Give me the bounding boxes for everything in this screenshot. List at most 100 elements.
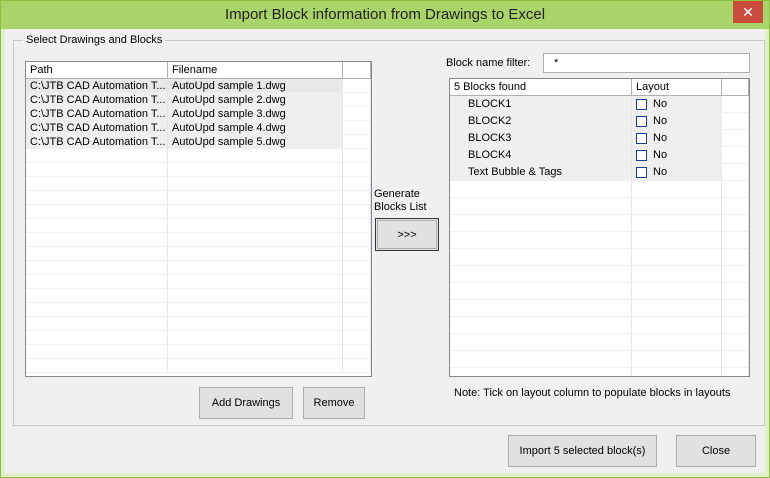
- table-row[interactable]: BLOCK3 No: [450, 130, 749, 147]
- table-row[interactable]: [450, 198, 749, 215]
- layout-checkbox[interactable]: [636, 166, 647, 178]
- close-button[interactable]: Close: [676, 435, 756, 467]
- table-row[interactable]: [26, 149, 371, 163]
- cell-layout[interactable]: [632, 249, 722, 266]
- table-row[interactable]: [450, 266, 749, 283]
- table-row[interactable]: BLOCK4 No: [450, 147, 749, 164]
- cell-path: [26, 289, 168, 303]
- block-filter-input[interactable]: *: [543, 53, 750, 73]
- table-row[interactable]: C:\JTB CAD Automation T... AutoUpd sample…: [26, 107, 371, 121]
- table-row[interactable]: [26, 261, 371, 275]
- table-row[interactable]: [26, 219, 371, 233]
- table-row[interactable]: C:\JTB CAD Automation T... AutoUpd sample…: [26, 79, 371, 93]
- add-drawings-button[interactable]: Add Drawings: [199, 387, 293, 419]
- cell-layout[interactable]: [632, 232, 722, 249]
- table-row[interactable]: [26, 331, 371, 345]
- cell-filename: AutoUpd sample 3.dwg: [168, 107, 343, 121]
- cell-layout[interactable]: No: [632, 113, 722, 130]
- cell-layout[interactable]: No: [632, 96, 722, 113]
- table-row[interactable]: BLOCK2 No: [450, 113, 749, 130]
- cell-empty: [722, 198, 749, 215]
- cell-filename: [168, 261, 343, 275]
- table-row[interactable]: C:\JTB CAD Automation T... AutoUpd sample…: [26, 121, 371, 135]
- table-row[interactable]: [26, 275, 371, 289]
- blocks-grid-header: 5 Blocks found Layout: [450, 79, 749, 96]
- table-row[interactable]: [26, 163, 371, 177]
- cell-layout[interactable]: [632, 215, 722, 232]
- table-row[interactable]: C:\JTB CAD Automation T... AutoUpd sample…: [26, 93, 371, 107]
- table-row[interactable]: [26, 177, 371, 191]
- cell-empty: [343, 135, 371, 149]
- cell-block-name: [450, 334, 632, 351]
- table-row[interactable]: [26, 359, 371, 373]
- cell-layout[interactable]: No: [632, 164, 722, 181]
- cell-empty: [343, 177, 371, 191]
- layout-checkbox[interactable]: [636, 98, 647, 110]
- table-row[interactable]: [26, 345, 371, 359]
- cell-layout[interactable]: [632, 198, 722, 215]
- cell-layout[interactable]: [632, 300, 722, 317]
- cell-block-name: [450, 317, 632, 334]
- table-row[interactable]: [450, 232, 749, 249]
- cell-path: [26, 191, 168, 205]
- cell-layout[interactable]: [632, 334, 722, 351]
- cell-block-name: [450, 198, 632, 215]
- cell-layout[interactable]: [632, 317, 722, 334]
- generate-blocks-button[interactable]: >>>: [375, 218, 439, 251]
- cell-layout[interactable]: No: [632, 130, 722, 147]
- layout-note: Note: Tick on layout column to populate …: [454, 387, 731, 399]
- cell-filename: [168, 191, 343, 205]
- table-row[interactable]: [450, 368, 749, 376]
- table-row[interactable]: BLOCK1 No: [450, 96, 749, 113]
- cell-empty: [343, 219, 371, 233]
- remove-button[interactable]: Remove: [303, 387, 365, 419]
- blocks-grid[interactable]: 5 Blocks found Layout BLOCK1 No BLOCK2 No BL…: [449, 78, 750, 377]
- table-row[interactable]: [450, 283, 749, 300]
- cell-filename: [168, 247, 343, 261]
- table-row[interactable]: [450, 300, 749, 317]
- table-row[interactable]: [450, 249, 749, 266]
- table-row[interactable]: Text Bubble & Tags No: [450, 164, 749, 181]
- column-header-layout[interactable]: Layout: [632, 79, 722, 96]
- table-row[interactable]: [26, 205, 371, 219]
- cell-layout[interactable]: [632, 181, 722, 198]
- table-row[interactable]: C:\JTB CAD Automation T... AutoUpd sample…: [26, 135, 371, 149]
- column-header-path[interactable]: Path: [26, 62, 168, 79]
- close-icon[interactable]: ✕: [733, 1, 763, 23]
- cell-block-name: [450, 249, 632, 266]
- drawings-grid-body: C:\JTB CAD Automation T... AutoUpd sample…: [26, 79, 371, 376]
- layout-checkbox[interactable]: [636, 115, 647, 127]
- table-row[interactable]: [26, 303, 371, 317]
- table-row[interactable]: [26, 233, 371, 247]
- cell-layout[interactable]: [632, 368, 722, 376]
- layout-value: No: [653, 98, 668, 110]
- cell-filename: [168, 275, 343, 289]
- cell-filename: [168, 219, 343, 233]
- column-header-filename[interactable]: Filename: [168, 62, 343, 79]
- table-row[interactable]: [26, 191, 371, 205]
- cell-empty: [343, 275, 371, 289]
- table-row[interactable]: [450, 334, 749, 351]
- cell-empty: [343, 163, 371, 177]
- table-row[interactable]: [26, 317, 371, 331]
- layout-checkbox[interactable]: [636, 149, 647, 161]
- table-row[interactable]: [26, 247, 371, 261]
- cell-empty: [722, 283, 749, 300]
- table-row[interactable]: [450, 215, 749, 232]
- cell-layout[interactable]: No: [632, 147, 722, 164]
- drawings-grid[interactable]: Path Filename C:\JTB CAD Automation T...…: [25, 61, 372, 377]
- cell-empty: [722, 232, 749, 249]
- cell-layout[interactable]: [632, 283, 722, 300]
- cell-layout[interactable]: [632, 266, 722, 283]
- table-row[interactable]: [450, 181, 749, 198]
- import-blocks-button[interactable]: Import 5 selected block(s): [508, 435, 657, 467]
- cell-filename: [168, 331, 343, 345]
- table-row[interactable]: [26, 289, 371, 303]
- dialog-client-area: Select Drawings and Blocks Path Filename…: [5, 29, 765, 473]
- layout-checkbox[interactable]: [636, 132, 647, 144]
- table-row[interactable]: [450, 351, 749, 368]
- cell-layout[interactable]: [632, 351, 722, 368]
- column-header-blocks-found[interactable]: 5 Blocks found: [450, 79, 632, 96]
- cell-empty: [343, 261, 371, 275]
- table-row[interactable]: [450, 317, 749, 334]
